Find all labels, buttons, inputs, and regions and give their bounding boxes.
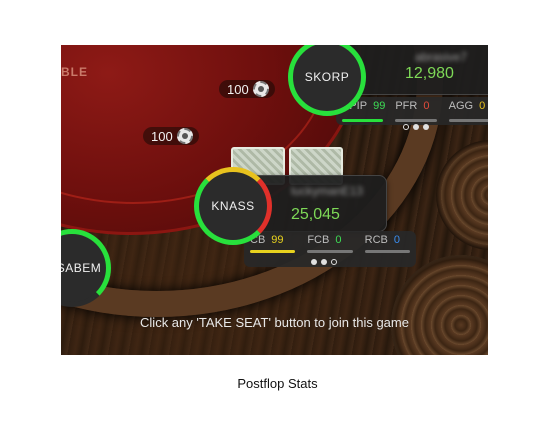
- stat-label: PFR: [395, 100, 418, 112]
- player-name: luckymanE13: [291, 184, 364, 198]
- stats-pager-knass[interactable]: [311, 259, 337, 265]
- stat-label: FCB: [307, 234, 330, 246]
- figure-caption: Postflop Stats: [237, 376, 318, 391]
- poker-table-scene: BLE 100 100 abrasive7 12,980 VPIP 99 PFR 0…: [61, 45, 488, 355]
- poker-chip-icon: [176, 128, 193, 144]
- player-avatar-knass[interactable]: KNASS: [194, 167, 272, 245]
- bet-amount-value: 100: [227, 81, 249, 97]
- player-name: abrasive7: [415, 50, 468, 64]
- status-message: Click any 'TAKE SEAT' button to join thi…: [140, 315, 409, 330]
- stat-agg: AGG 0: [443, 97, 488, 125]
- stat-value: 99: [271, 234, 284, 246]
- stat-value: 0: [479, 100, 486, 112]
- stats-panel-skorp[interactable]: VPIP 99 PFR 0 AGG 0: [336, 97, 488, 125]
- barrel-decoration: [436, 140, 488, 250]
- poker-chip-icon: [252, 81, 269, 97]
- bet-amount: 100: [219, 80, 275, 98]
- stats-pager-skorp[interactable]: [403, 124, 429, 130]
- stat-bar: [364, 250, 410, 253]
- stat-bar: [342, 119, 384, 122]
- pager-dot[interactable]: [413, 124, 419, 130]
- pager-dot[interactable]: [423, 124, 429, 130]
- avatar-label: SABEM: [61, 261, 102, 275]
- stat-value: 99: [373, 100, 386, 112]
- table-label: BLE: [61, 65, 88, 79]
- pager-dot[interactable]: [403, 124, 409, 130]
- stat-bar: [307, 250, 353, 253]
- player-stack: 12,980: [405, 65, 454, 82]
- pager-dot[interactable]: [321, 259, 327, 265]
- avatar-label: KNASS: [211, 199, 255, 213]
- stat-value: 0: [335, 234, 342, 246]
- barrel-decoration: [391, 255, 488, 355]
- stat-bar: [250, 250, 296, 253]
- stat-value: 0: [393, 234, 401, 246]
- stat-label: RCB: [364, 234, 388, 246]
- stat-pfr: PFR 0: [389, 97, 442, 125]
- stat-label: AGG: [448, 100, 474, 112]
- stat-bar: [448, 119, 488, 122]
- avatar-label: SKORP: [304, 70, 350, 84]
- stat-value: 0: [423, 100, 430, 112]
- bet-amount-value: 100: [151, 128, 173, 144]
- pager-dot[interactable]: [311, 259, 317, 265]
- player-stack: 25,045: [291, 206, 340, 223]
- bet-amount: 100: [143, 127, 199, 145]
- stat-bar: [395, 119, 437, 122]
- pager-dot[interactable]: [331, 259, 337, 265]
- stat-rcb: RCB 0: [359, 231, 416, 267]
